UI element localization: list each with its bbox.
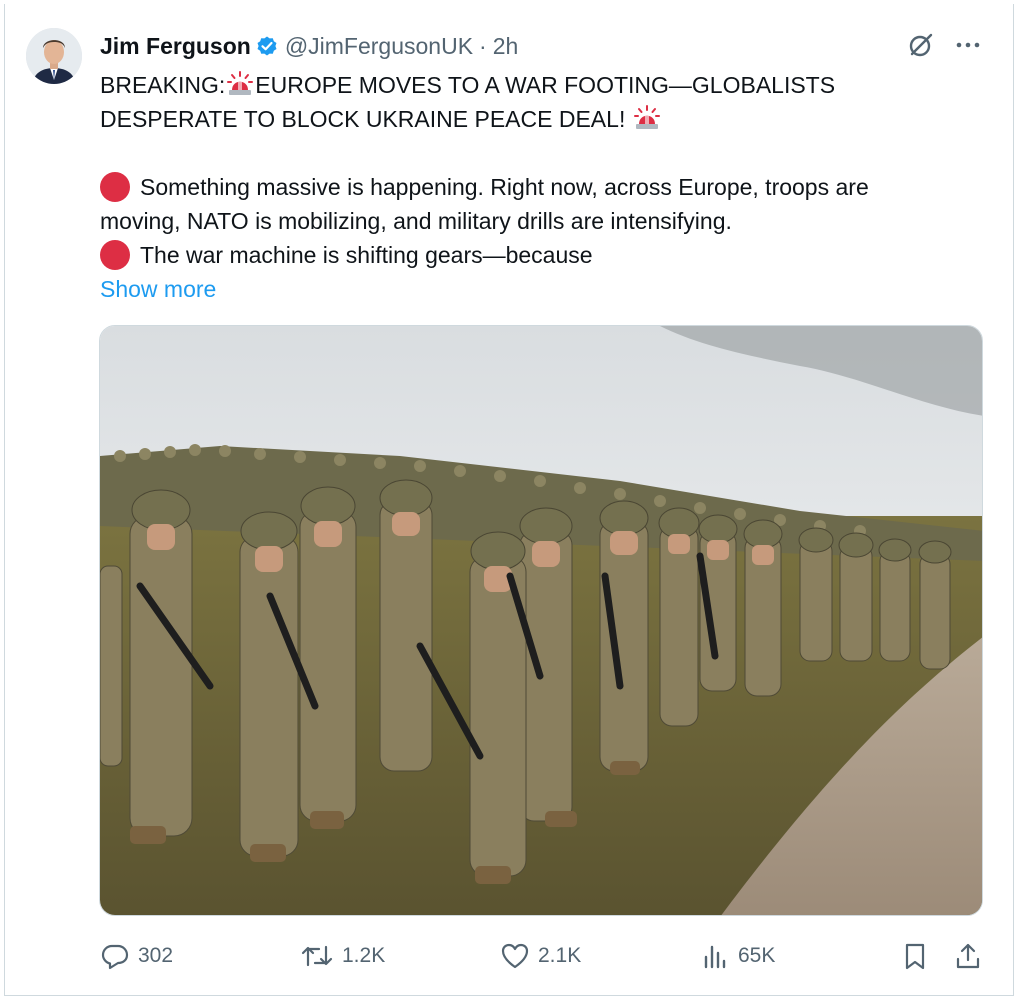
reply-icon (101, 944, 129, 970)
red-circle-emoji (100, 172, 130, 202)
bookmark-button[interactable] (900, 936, 938, 976)
share-icon (956, 943, 980, 969)
police-light-emoji (227, 71, 254, 97)
repost-count: 1.2K (342, 944, 386, 967)
like-count: 2.1K (538, 944, 582, 967)
heart-icon (501, 943, 529, 969)
like-button[interactable]: 2.1K (500, 936, 581, 976)
show-more-link[interactable]: Show more (100, 276, 216, 302)
red-circle-emoji (100, 240, 130, 270)
repost-icon (301, 945, 333, 967)
author-handle[interactable]: @JimFergusonUK (285, 33, 473, 60)
tweet-header: Jim Ferguson @JimFergusonUK · 2h (100, 30, 518, 62)
body-text-3: The war machine is shifting gears—becaus… (140, 242, 593, 268)
text-line-3: Something massive is happening. Right no… (100, 170, 990, 204)
tweet-text: BREAKING: EUROPE MOVES TO A WAR FOOTING—G… (100, 68, 990, 306)
tweet-photo[interactable] (99, 325, 983, 916)
body-text-1: Something massive is happening. Right no… (140, 174, 869, 200)
view-count: 65K (738, 944, 776, 967)
text-line-5: The war machine is shifting gears—becaus… (100, 238, 990, 272)
views-button[interactable]: 65K (700, 936, 775, 976)
text-line-2: DESPERATE TO BLOCK UKRAINE PEACE DEAL! (100, 102, 990, 136)
separator-dot: · (479, 32, 487, 59)
body-text-2: moving, NATO is mobilizing, and military… (100, 208, 732, 234)
author-name[interactable]: Jim Ferguson (100, 33, 251, 60)
action-bar: 302 1.2K 2.1K 65K (100, 936, 990, 976)
headline-part-1: EUROPE MOVES TO A WAR FOOTING—GLOBALISTS (255, 72, 836, 98)
more-icon[interactable] (953, 30, 983, 60)
headline-part-2: DESPERATE TO BLOCK UKRAINE PEACE DEAL! (100, 106, 626, 132)
repost-button[interactable]: 1.2K (300, 936, 385, 976)
share-button[interactable] (953, 936, 991, 976)
verified-badge-icon (255, 34, 279, 58)
reply-button[interactable]: 302 (100, 936, 173, 976)
police-light-emoji (633, 105, 660, 131)
text-line-6: Show more (100, 272, 990, 306)
text-line-1: BREAKING: EUROPE MOVES TO A WAR FOOTING—G… (100, 68, 990, 102)
breaking-label: BREAKING: (100, 72, 226, 98)
grok-icon[interactable] (906, 30, 936, 60)
avatar[interactable] (26, 28, 82, 84)
analytics-icon (704, 945, 726, 969)
bookmark-icon (905, 943, 925, 970)
text-line-4: moving, NATO is mobilizing, and military… (100, 204, 990, 238)
timestamp[interactable]: 2h (493, 33, 519, 60)
reply-count: 302 (138, 944, 174, 967)
